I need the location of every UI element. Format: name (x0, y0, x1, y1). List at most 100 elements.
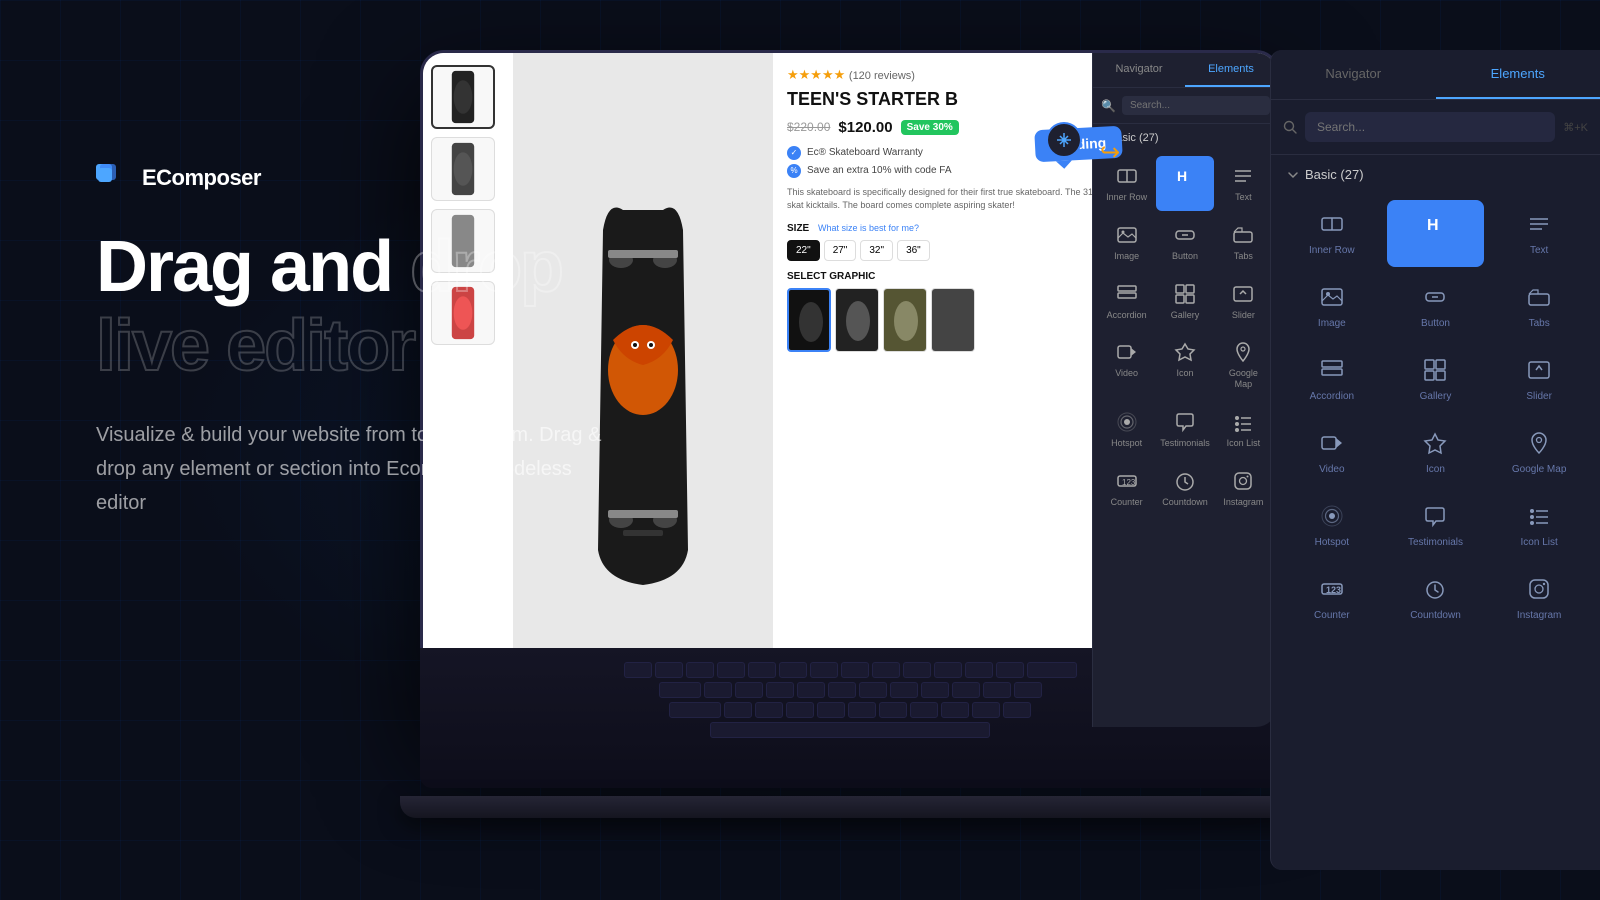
rp-counter-icon: 123 (1318, 575, 1346, 603)
elements-panel: Navigator Elements ⌘+K Basic (27) Inner … (1270, 50, 1600, 870)
rp-element-google-map[interactable]: Google Map (1490, 419, 1588, 486)
save-badge: Save 30% (901, 120, 959, 135)
section-title[interactable]: Basic (27) (1271, 155, 1600, 194)
element-countdown-label: Countdown (1162, 497, 1208, 508)
elements-tab-outer[interactable]: Elements (1436, 50, 1600, 99)
rp-gallery-label: Gallery (1420, 390, 1452, 403)
rp-instagram-label: Instagram (1517, 609, 1561, 622)
element-tabs-label: Tabs (1234, 251, 1253, 262)
rp-element-icon-list[interactable]: Icon List (1490, 492, 1588, 559)
rp-accordion-icon (1318, 356, 1346, 384)
rp-testimonials-label: Testimonials (1408, 536, 1463, 549)
svg-text:H: H (1427, 217, 1439, 234)
headline-line1-outline: drop (410, 227, 562, 307)
size-32[interactable]: 32" (860, 240, 893, 261)
element-icon-list[interactable]: Icon List (1218, 402, 1269, 457)
element-gallery[interactable]: Gallery (1156, 274, 1214, 329)
element-icon[interactable]: Icon (1156, 332, 1214, 398)
element-google-map[interactable]: Google Map (1218, 332, 1269, 398)
rp-element-instagram[interactable]: Instagram (1490, 565, 1588, 632)
element-video[interactable]: Video (1101, 332, 1152, 398)
rp-element-counter[interactable]: 123 Counter (1283, 565, 1381, 632)
rp-element-text[interactable]: Text (1490, 200, 1588, 267)
size-22[interactable]: 22" (787, 240, 820, 261)
element-slider[interactable]: Slider (1218, 274, 1269, 329)
rp-accordion-label: Accordion (1310, 390, 1354, 403)
svg-text:123: 123 (1326, 585, 1341, 595)
graphic-1[interactable] (787, 288, 831, 352)
drag-icon (1046, 122, 1082, 158)
element-instagram[interactable]: Instagram (1218, 461, 1269, 516)
thumb-1 (431, 65, 495, 129)
instagram-icon (1231, 469, 1255, 493)
element-button[interactable]: Button (1156, 215, 1214, 270)
hotspot-icon (1115, 410, 1139, 434)
element-testimonials[interactable]: Testimonials (1156, 402, 1214, 457)
slider-icon (1231, 282, 1255, 306)
elements-tab[interactable]: Elements (1185, 53, 1277, 87)
element-text[interactable]: Text (1218, 156, 1269, 211)
element-image-label: Image (1114, 251, 1139, 262)
svg-text:123: 123 (1122, 478, 1136, 487)
rp-hotspot-label: Hotspot (1315, 536, 1349, 549)
rp-element-hotspot[interactable]: Hotspot (1283, 492, 1381, 559)
rp-instagram-icon (1525, 575, 1553, 603)
rp-google-map-label: Google Map (1512, 463, 1566, 476)
element-image[interactable]: Image (1101, 215, 1152, 270)
element-countdown[interactable]: Countdown (1156, 461, 1214, 516)
rp-element-tabs[interactable]: Tabs (1490, 273, 1588, 340)
button-icon (1173, 223, 1197, 247)
accordion-icon (1115, 282, 1139, 306)
rp-element-image[interactable]: Image (1283, 273, 1381, 340)
element-tabs[interactable]: Tabs (1218, 215, 1269, 270)
rp-element-testimonials[interactable]: Testimonials (1387, 492, 1485, 559)
element-button-label: Button (1172, 251, 1198, 262)
rp-testimonials-icon (1421, 502, 1449, 530)
search-input[interactable] (1122, 96, 1270, 115)
panel-search-input[interactable] (1305, 112, 1555, 142)
rp-element-video[interactable]: Video (1283, 419, 1381, 486)
rp-element-icon[interactable]: Icon (1387, 419, 1485, 486)
rp-element-button[interactable]: Button (1387, 273, 1485, 340)
rp-element-heading[interactable]: H (1387, 200, 1485, 267)
size-27[interactable]: 27" (824, 240, 857, 261)
rp-element-gallery[interactable]: Gallery (1387, 346, 1485, 413)
countdown-icon (1173, 469, 1197, 493)
navigator-tab[interactable]: Navigator (1093, 53, 1185, 87)
rp-element-inner-row[interactable]: Inner Row (1283, 200, 1381, 267)
element-counter[interactable]: 123 Counter (1101, 461, 1152, 516)
element-counter-label: Counter (1111, 497, 1143, 508)
rp-heading-icon: H (1421, 210, 1449, 238)
brand-name: EComposer (142, 165, 261, 191)
tabs-icon (1231, 223, 1255, 247)
element-hotspot[interactable]: Hotspot (1101, 402, 1152, 457)
rp-element-accordion[interactable]: Accordion (1283, 346, 1381, 413)
graphic-4[interactable] (931, 288, 975, 352)
text-icon (1231, 164, 1255, 188)
rp-tabs-icon (1525, 283, 1553, 311)
graphic-2[interactable] (835, 288, 879, 352)
rp-element-slider[interactable]: Slider (1490, 346, 1588, 413)
counter-icon: 123 (1115, 469, 1139, 493)
element-heading[interactable]: H (1156, 156, 1214, 211)
element-accordion-label: Accordion (1107, 310, 1147, 321)
elements-grid: Inner Row H (1093, 152, 1277, 524)
rp-inner-row-label: Inner Row (1309, 244, 1355, 257)
graphic-3[interactable] (883, 288, 927, 352)
element-testimonials-label: Testimonials (1160, 438, 1210, 449)
size-36[interactable]: 36" (897, 240, 930, 261)
element-icon-label: Icon (1176, 368, 1193, 379)
rp-element-countdown[interactable]: Countdown (1387, 565, 1485, 632)
panel-search: 🔍 ⌘+K (1093, 88, 1277, 124)
element-inner-row-label: Inner Row (1106, 192, 1147, 203)
panel-header: Navigator Elements (1271, 50, 1600, 100)
element-accordion[interactable]: Accordion (1101, 274, 1152, 329)
arrow-indicator: ↩ (1100, 138, 1120, 167)
rp-slider-label: Slider (1526, 390, 1552, 403)
heading-icon: H (1173, 164, 1197, 188)
navigator-tab-outer[interactable]: Navigator (1271, 50, 1436, 99)
rp-gallery-icon (1421, 356, 1449, 384)
chevron-down-icon (1287, 169, 1299, 181)
rp-tabs-label: Tabs (1529, 317, 1550, 330)
laptop-base (400, 796, 1300, 818)
